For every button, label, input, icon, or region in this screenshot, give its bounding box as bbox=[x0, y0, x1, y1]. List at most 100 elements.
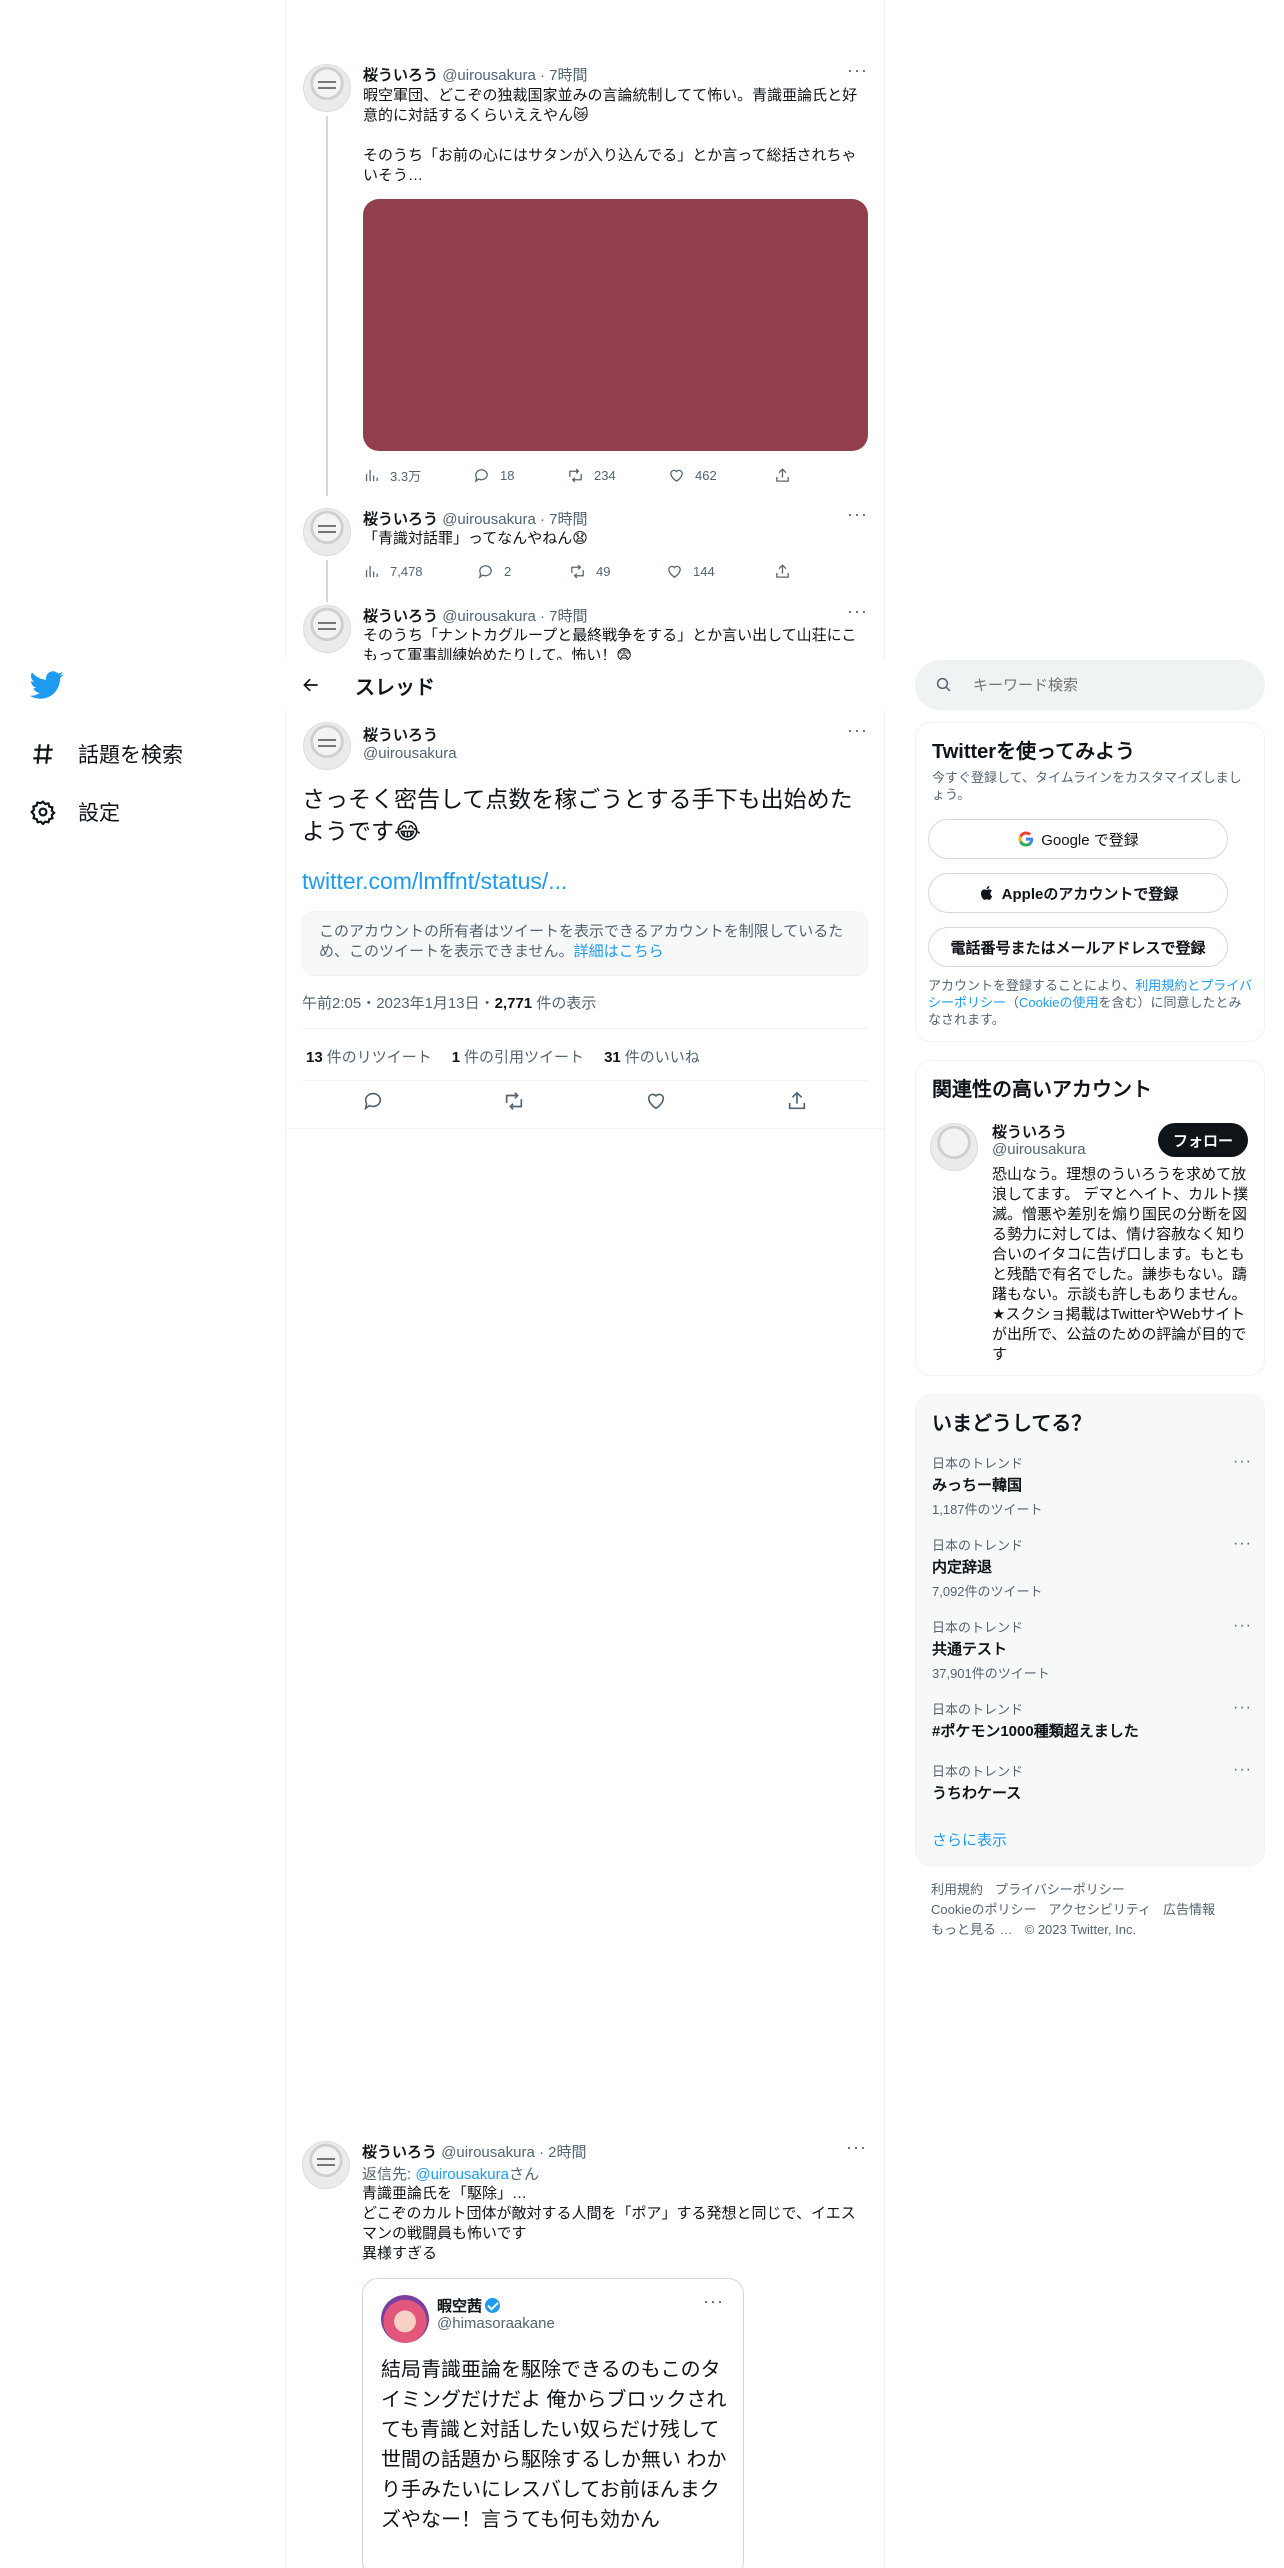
google-signup-button[interactable]: Google で登録 bbox=[928, 819, 1228, 859]
related-account-name[interactable]: 桜ういろう bbox=[992, 1121, 1067, 1142]
reply-icon bbox=[478, 565, 492, 579]
tweet-time[interactable]: 2時間 bbox=[548, 2144, 586, 2161]
share-button[interactable] bbox=[774, 563, 801, 580]
search-box[interactable] bbox=[915, 660, 1265, 710]
trends-card: いまどうしてる？ 日本のトレンド みっちー韓国 1,187件のツイート ··· … bbox=[915, 1394, 1265, 1866]
more-icon[interactable]: ··· bbox=[1233, 1453, 1252, 1471]
likes-stat[interactable]: 31 件のいいね bbox=[604, 1046, 700, 1067]
more-icon[interactable]: ··· bbox=[847, 720, 868, 741]
tweet-author-name[interactable]: 桜ういろう bbox=[363, 608, 438, 625]
more-icon[interactable]: ··· bbox=[847, 60, 868, 81]
tweet-timestamp[interactable]: 午前2:05・2023年1月13日・ bbox=[302, 995, 495, 1012]
trend-item[interactable]: 日本のトレンド 共通テスト 37,901件のツイート ··· bbox=[932, 1617, 1252, 1682]
avatar[interactable] bbox=[303, 64, 351, 112]
focus-author-name-row: 桜ういろう bbox=[363, 724, 438, 745]
quotes-stat-label: 件の引用ツイート bbox=[464, 1049, 585, 1066]
footer-link[interactable]: もっと見る … bbox=[931, 1922, 1013, 1937]
tweet-author-handle[interactable]: @uirousakura bbox=[441, 2144, 535, 2161]
back-arrow-icon[interactable] bbox=[301, 675, 321, 695]
views-button[interactable]: 3.3万 bbox=[363, 466, 473, 485]
avatar[interactable] bbox=[381, 2295, 429, 2343]
related-account-handle[interactable]: @uirousakura bbox=[992, 1141, 1086, 1158]
tweet-author-name[interactable]: 桜ういろう bbox=[363, 511, 438, 528]
quoted-tweet[interactable]: 暇空茜 @himasoraakane ··· 結局青識亜論を駆除できるのもこのタ… bbox=[362, 2278, 744, 2568]
reply-icon[interactable] bbox=[362, 1090, 384, 1112]
retweets-stat[interactable]: 13 件のリツイート bbox=[306, 1046, 432, 1067]
tweet-time[interactable]: 7時間 bbox=[549, 67, 587, 84]
footer-link[interactable]: 広告情報 bbox=[1163, 1902, 1215, 1917]
thread-line bbox=[326, 116, 328, 496]
more-icon[interactable]: ··· bbox=[847, 601, 868, 622]
twitter-logo-icon[interactable] bbox=[29, 668, 64, 702]
like-count: 144 bbox=[693, 564, 715, 579]
more-icon[interactable]: ··· bbox=[1233, 1699, 1252, 1717]
retweet-button[interactable]: 49 bbox=[569, 563, 666, 580]
reply-count: 2 bbox=[504, 564, 512, 579]
retweets-stat-label: 件のリツイート bbox=[326, 1049, 432, 1066]
search-input[interactable] bbox=[973, 676, 1233, 694]
avatar[interactable] bbox=[303, 722, 351, 770]
tweet-media-image[interactable] bbox=[363, 199, 868, 451]
footer-link[interactable]: 利用規約 bbox=[931, 1882, 983, 1897]
views-button[interactable]: 7,478 bbox=[363, 563, 477, 580]
learn-more-link[interactable]: 詳細はこちら bbox=[574, 943, 664, 960]
trend-item[interactable]: 日本のトレンド みっちー韓国 1,187件のツイート ··· bbox=[932, 1453, 1252, 1518]
retweet-icon[interactable] bbox=[503, 1090, 525, 1112]
focus-author-handle-row: @uirousakura bbox=[363, 745, 457, 762]
more-icon[interactable]: ··· bbox=[703, 2291, 724, 2312]
divider bbox=[285, 1128, 885, 1129]
cookie-use-link[interactable]: Cookieの使用 bbox=[1019, 995, 1098, 1010]
tweet-author-name[interactable]: 桜ういろう bbox=[362, 2144, 437, 2161]
thread-header: スレッド bbox=[285, 660, 885, 710]
more-icon[interactable]: ··· bbox=[847, 504, 868, 525]
avatar[interactable] bbox=[930, 1123, 978, 1171]
nav-explore-label: 話題を検索 bbox=[78, 744, 183, 767]
trend-item[interactable]: 日本のトレンド 内定辞退 7,092件のツイート ··· bbox=[932, 1535, 1252, 1600]
trend-item[interactable]: 日本のトレンド うちわケース ··· bbox=[932, 1761, 1252, 1803]
avatar[interactable] bbox=[303, 508, 351, 556]
tweet-author-handle[interactable]: @uirousakura bbox=[442, 511, 536, 528]
reply-button[interactable]: 2 bbox=[477, 563, 569, 580]
trend-item[interactable]: 日本のトレンド #ポケモン1000種類超えました ··· bbox=[932, 1699, 1252, 1741]
show-more-link[interactable]: さらに表示 bbox=[932, 1829, 1007, 1850]
google-icon bbox=[1018, 831, 1034, 847]
avatar[interactable] bbox=[303, 605, 351, 653]
reply-tweet-header: 桜ういろう @uirousakura · 2時間 bbox=[362, 2141, 586, 2162]
share-button[interactable] bbox=[774, 466, 801, 485]
like-button[interactable]: 462 bbox=[668, 466, 774, 485]
reply-to-prefix: 返信先: bbox=[362, 2166, 416, 2183]
tweet-author-name[interactable]: 桜ういろう bbox=[363, 67, 438, 84]
footer-link[interactable]: アクセシビリティ bbox=[1048, 1902, 1151, 1917]
more-icon[interactable]: ··· bbox=[1233, 1617, 1252, 1635]
quotes-stat[interactable]: 1 件の引用ツイート bbox=[452, 1046, 584, 1067]
nav-explore[interactable]: 話題を検索 bbox=[30, 725, 260, 783]
view-count: 2,771 bbox=[494, 995, 533, 1012]
analytics-icon bbox=[365, 565, 378, 578]
avatar[interactable] bbox=[302, 2141, 350, 2189]
phone-email-signup-button[interactable]: 電話番号またはメールアドレスで登録 bbox=[928, 927, 1228, 967]
more-icon[interactable]: ··· bbox=[1233, 1761, 1252, 1779]
follow-button[interactable]: フォロー bbox=[1158, 1123, 1248, 1157]
footer-link[interactable]: プライバシーポリシー bbox=[995, 1882, 1125, 1897]
like-button[interactable]: 144 bbox=[666, 563, 774, 580]
retweet-count: 234 bbox=[594, 468, 616, 483]
reply-button[interactable]: 18 bbox=[473, 466, 567, 485]
focus-tweet-link[interactable]: twitter.com/lmffnt/status/... bbox=[302, 868, 567, 895]
reply-to-handle[interactable]: @uirousakura bbox=[415, 2166, 509, 2183]
tweet-author-handle[interactable]: @uirousakura bbox=[442, 67, 536, 84]
focus-author-name[interactable]: 桜ういろう bbox=[363, 727, 438, 744]
footer-link[interactable]: Cookieのポリシー bbox=[931, 1902, 1036, 1917]
retweet-button[interactable]: 234 bbox=[567, 466, 668, 485]
focus-author-handle[interactable]: @uirousakura bbox=[363, 745, 457, 762]
tweet-author-handle[interactable]: @uirousakura bbox=[442, 608, 536, 625]
share-icon[interactable] bbox=[786, 1090, 808, 1112]
more-icon[interactable]: ··· bbox=[1233, 1535, 1252, 1553]
nav-settings[interactable]: 設定 bbox=[30, 783, 260, 841]
more-icon[interactable]: ··· bbox=[846, 2137, 867, 2158]
tweet-time[interactable]: 7時間 bbox=[549, 608, 587, 625]
apple-signup-button[interactable]: Appleのアカウントで登録 bbox=[928, 873, 1228, 913]
trend-count: 37,901件のツイート bbox=[932, 1666, 1050, 1681]
separator-dot: · bbox=[539, 608, 545, 625]
tweet-time[interactable]: 7時間 bbox=[549, 511, 587, 528]
heart-icon[interactable] bbox=[645, 1090, 667, 1112]
